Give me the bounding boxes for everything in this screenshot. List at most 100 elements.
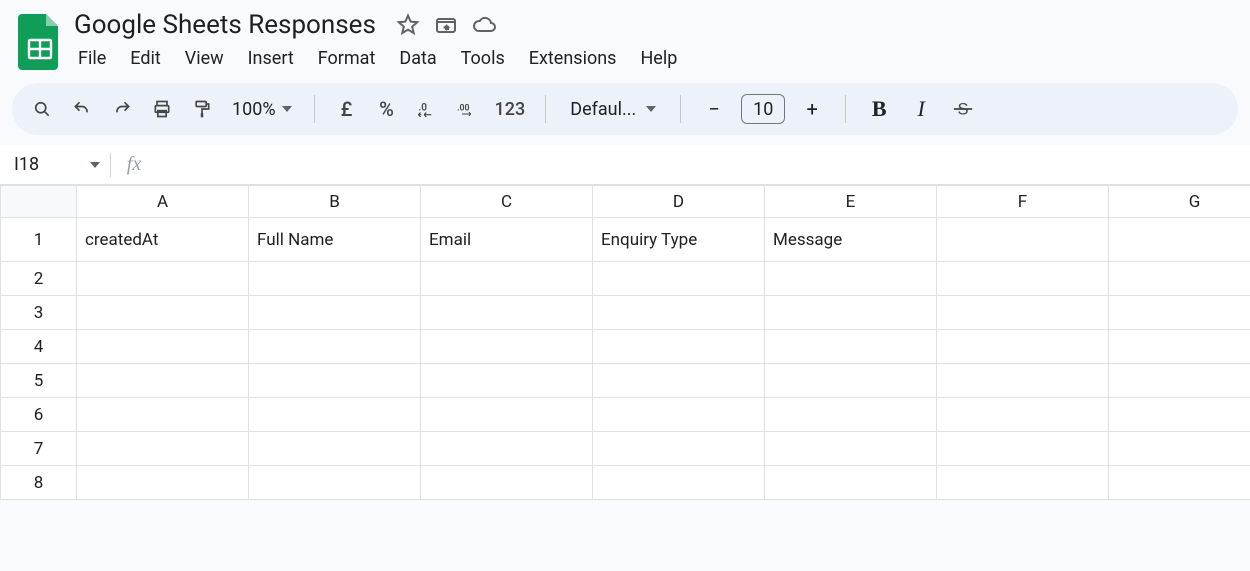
col-header-E[interactable]: E: [765, 186, 937, 218]
cell-E7[interactable]: [765, 432, 937, 466]
menu-tools[interactable]: Tools: [451, 44, 515, 73]
cell-B7[interactable]: [249, 432, 421, 466]
row-header-1[interactable]: 1: [1, 218, 77, 262]
cell-C5[interactable]: [421, 364, 593, 398]
row-header-3[interactable]: 3: [1, 296, 77, 330]
cell-E1[interactable]: Message: [765, 218, 937, 262]
cell-D3[interactable]: [593, 296, 765, 330]
cell-A6[interactable]: [77, 398, 249, 432]
cell-B8[interactable]: [249, 466, 421, 500]
cell-A2[interactable]: [77, 262, 249, 296]
cell-E4[interactable]: [765, 330, 937, 364]
decrease-font-button[interactable]: −: [697, 92, 731, 126]
bold-button[interactable]: B: [862, 92, 896, 126]
move-icon[interactable]: [434, 13, 458, 37]
row-header-8[interactable]: 8: [1, 466, 77, 500]
cell-C2[interactable]: [421, 262, 593, 296]
menu-view[interactable]: View: [175, 44, 234, 73]
percent-button[interactable]: %: [371, 93, 403, 125]
cloud-status-icon[interactable]: [472, 13, 496, 37]
menu-help[interactable]: Help: [630, 44, 687, 73]
currency-button[interactable]: £: [331, 93, 363, 125]
cell-G8[interactable]: [1109, 466, 1250, 500]
cell-B5[interactable]: [249, 364, 421, 398]
cell-B4[interactable]: [249, 330, 421, 364]
col-header-C[interactable]: C: [421, 186, 593, 218]
cell-F8[interactable]: [937, 466, 1109, 500]
cell-F3[interactable]: [937, 296, 1109, 330]
cell-F2[interactable]: [937, 262, 1109, 296]
menu-extensions[interactable]: Extensions: [519, 44, 627, 73]
row-header-2[interactable]: 2: [1, 262, 77, 296]
cell-D1[interactable]: Enquiry Type: [593, 218, 765, 262]
cell-E5[interactable]: [765, 364, 937, 398]
cell-A4[interactable]: [77, 330, 249, 364]
cell-A1[interactable]: createdAt: [77, 218, 249, 262]
cell-E3[interactable]: [765, 296, 937, 330]
decrease-decimal-icon[interactable]: .0: [411, 93, 443, 125]
cell-F4[interactable]: [937, 330, 1109, 364]
cell-G1[interactable]: [1109, 218, 1250, 262]
formula-input[interactable]: [157, 145, 1250, 184]
cell-G3[interactable]: [1109, 296, 1250, 330]
fx-icon[interactable]: fx: [111, 153, 157, 176]
cell-G7[interactable]: [1109, 432, 1250, 466]
cell-A7[interactable]: [77, 432, 249, 466]
cell-D4[interactable]: [593, 330, 765, 364]
italic-button[interactable]: I: [904, 92, 938, 126]
cell-B1[interactable]: Full Name: [249, 218, 421, 262]
document-title[interactable]: Google Sheets Responses: [68, 8, 382, 42]
cell-C8[interactable]: [421, 466, 593, 500]
select-all-corner[interactable]: [1, 186, 77, 218]
cell-B6[interactable]: [249, 398, 421, 432]
cell-G2[interactable]: [1109, 262, 1250, 296]
col-header-D[interactable]: D: [593, 186, 765, 218]
print-icon[interactable]: [146, 93, 178, 125]
row-header-4[interactable]: 4: [1, 330, 77, 364]
increase-font-button[interactable]: +: [795, 92, 829, 126]
cell-B2[interactable]: [249, 262, 421, 296]
cell-D8[interactable]: [593, 466, 765, 500]
font-dropdown[interactable]: Defaul...: [562, 99, 664, 120]
cell-F1[interactable]: [937, 218, 1109, 262]
cell-C7[interactable]: [421, 432, 593, 466]
cell-A3[interactable]: [77, 296, 249, 330]
menu-data[interactable]: Data: [389, 44, 446, 73]
cell-F7[interactable]: [937, 432, 1109, 466]
undo-icon[interactable]: [66, 93, 98, 125]
number-format-button[interactable]: 123: [491, 93, 530, 125]
cell-A5[interactable]: [77, 364, 249, 398]
cell-C4[interactable]: [421, 330, 593, 364]
menu-file[interactable]: File: [68, 44, 116, 73]
cell-C1[interactable]: Email: [421, 218, 593, 262]
cell-C3[interactable]: [421, 296, 593, 330]
cell-D6[interactable]: [593, 398, 765, 432]
menu-edit[interactable]: Edit: [120, 44, 170, 73]
row-header-6[interactable]: 6: [1, 398, 77, 432]
name-box[interactable]: I18: [0, 145, 110, 184]
cell-G6[interactable]: [1109, 398, 1250, 432]
cell-E6[interactable]: [765, 398, 937, 432]
col-header-F[interactable]: F: [937, 186, 1109, 218]
zoom-dropdown[interactable]: 100%: [226, 99, 298, 120]
col-header-G[interactable]: G: [1109, 186, 1250, 218]
cell-D2[interactable]: [593, 262, 765, 296]
col-header-A[interactable]: A: [77, 186, 249, 218]
sheets-logo-icon[interactable]: [18, 14, 62, 70]
search-icon[interactable]: [26, 93, 58, 125]
cell-D7[interactable]: [593, 432, 765, 466]
row-header-7[interactable]: 7: [1, 432, 77, 466]
cell-B3[interactable]: [249, 296, 421, 330]
font-size-input[interactable]: 10: [741, 94, 785, 124]
menu-format[interactable]: Format: [308, 44, 386, 73]
cell-F5[interactable]: [937, 364, 1109, 398]
cell-D5[interactable]: [593, 364, 765, 398]
col-header-B[interactable]: B: [249, 186, 421, 218]
cell-A8[interactable]: [77, 466, 249, 500]
increase-decimal-icon[interactable]: .00: [451, 93, 483, 125]
menu-insert[interactable]: Insert: [238, 44, 304, 73]
strikethrough-button[interactable]: S: [946, 92, 980, 126]
paint-format-icon[interactable]: [186, 93, 218, 125]
cell-E2[interactable]: [765, 262, 937, 296]
cell-G5[interactable]: [1109, 364, 1250, 398]
